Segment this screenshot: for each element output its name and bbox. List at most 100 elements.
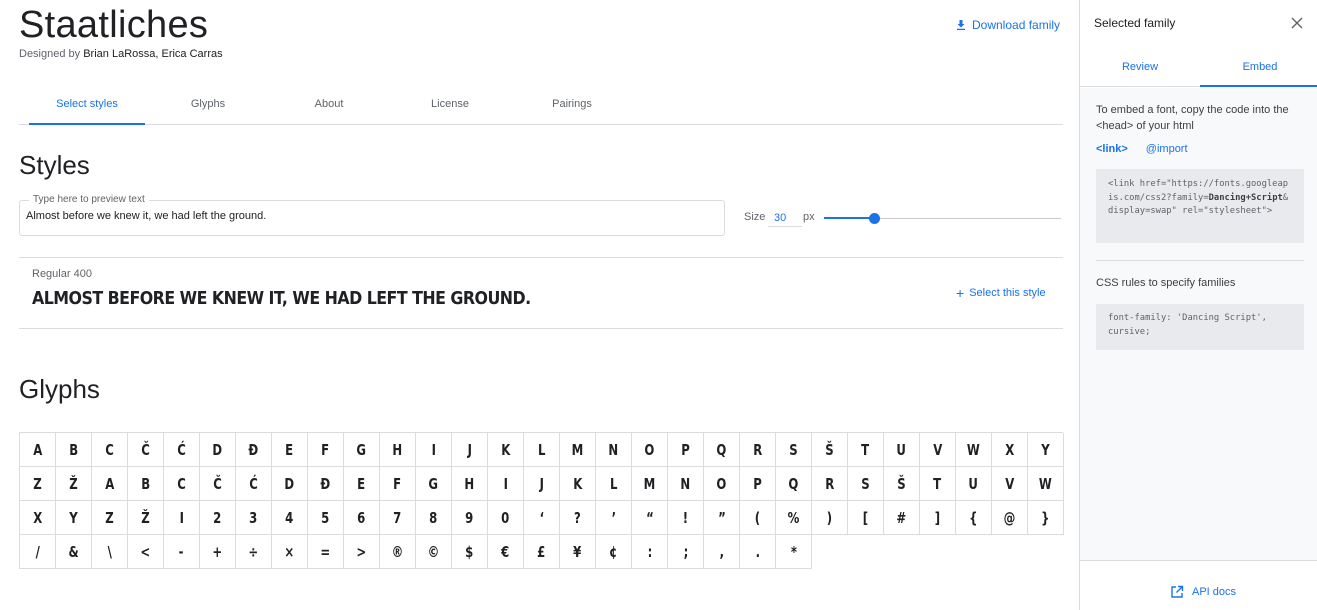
glyph-cell[interactable]: Č bbox=[200, 467, 236, 501]
glyph-cell[interactable]: # bbox=[884, 501, 920, 535]
tab-glyphs[interactable]: Glyphs bbox=[150, 90, 266, 124]
glyph-cell[interactable]: Đ bbox=[308, 467, 344, 501]
glyph-cell[interactable]: T bbox=[848, 433, 884, 467]
size-slider-thumb[interactable] bbox=[868, 213, 880, 224]
glyph-cell[interactable]: 5 bbox=[308, 501, 344, 535]
glyph-cell[interactable]: C bbox=[164, 467, 200, 501]
glyph-cell[interactable]: E bbox=[272, 433, 308, 467]
glyph-cell[interactable]: × bbox=[272, 535, 308, 569]
glyph-cell[interactable]: Y bbox=[1028, 433, 1064, 467]
glyph-cell[interactable]: ? bbox=[560, 501, 596, 535]
glyph-cell[interactable]: } bbox=[1028, 501, 1064, 535]
glyph-cell[interactable]: * bbox=[776, 535, 812, 569]
api-docs-link[interactable]: API docs bbox=[1170, 585, 1236, 599]
glyph-cell[interactable]: W bbox=[1028, 467, 1064, 501]
import-method-option[interactable]: @import bbox=[1146, 143, 1188, 155]
glyph-cell[interactable]: € bbox=[488, 535, 524, 569]
glyph-cell[interactable]: U bbox=[956, 467, 992, 501]
glyph-cell[interactable]: ] bbox=[920, 501, 956, 535]
glyph-cell[interactable]: X bbox=[20, 501, 56, 535]
glyph-cell[interactable]: B bbox=[128, 467, 164, 501]
glyph-cell[interactable]: Ž bbox=[128, 501, 164, 535]
glyph-cell[interactable]: W bbox=[956, 433, 992, 467]
tab-review[interactable]: Review bbox=[1080, 52, 1200, 86]
glyph-cell[interactable]: V bbox=[920, 433, 956, 467]
glyph-cell[interactable]: I bbox=[164, 501, 200, 535]
glyph-cell[interactable]: , bbox=[704, 535, 740, 569]
glyph-cell[interactable]: { bbox=[956, 501, 992, 535]
glyph-cell[interactable]: ” bbox=[704, 501, 740, 535]
glyph-cell[interactable]: ( bbox=[740, 501, 776, 535]
download-family-button[interactable]: Download family bbox=[956, 18, 1060, 32]
glyph-cell[interactable]: M bbox=[632, 467, 668, 501]
glyph-cell[interactable]: % bbox=[776, 501, 812, 535]
glyph-cell[interactable]: Q bbox=[776, 467, 812, 501]
glyph-cell[interactable]: \ bbox=[92, 535, 128, 569]
tab-select-styles[interactable]: Select styles bbox=[29, 90, 145, 125]
close-panel-button[interactable] bbox=[1289, 15, 1305, 31]
glyph-cell[interactable]: I bbox=[416, 433, 452, 467]
glyph-cell[interactable]: K bbox=[560, 467, 596, 501]
glyph-cell[interactable]: Z bbox=[92, 501, 128, 535]
glyph-cell[interactable]: H bbox=[452, 467, 488, 501]
glyph-cell[interactable]: - bbox=[164, 535, 200, 569]
glyph-cell[interactable]: D bbox=[200, 433, 236, 467]
preview-text-input[interactable] bbox=[26, 210, 706, 222]
glyph-cell[interactable]: T bbox=[920, 467, 956, 501]
glyph-cell[interactable]: Ž bbox=[56, 467, 92, 501]
glyph-cell[interactable]: @ bbox=[992, 501, 1028, 535]
glyph-cell[interactable]: Č bbox=[128, 433, 164, 467]
glyph-cell[interactable]: 9 bbox=[452, 501, 488, 535]
designer-names[interactable]: Brian LaRossa, Erica Carras bbox=[83, 48, 222, 60]
glyph-cell[interactable]: : bbox=[632, 535, 668, 569]
glyph-cell[interactable]: L bbox=[524, 433, 560, 467]
tab-license[interactable]: License bbox=[392, 90, 508, 124]
glyph-cell[interactable]: < bbox=[128, 535, 164, 569]
glyph-cell[interactable]: ‘ bbox=[524, 501, 560, 535]
glyph-cell[interactable]: [ bbox=[848, 501, 884, 535]
glyph-cell[interactable]: > bbox=[344, 535, 380, 569]
glyph-cell[interactable]: Š bbox=[884, 467, 920, 501]
glyph-cell[interactable]: Ć bbox=[236, 467, 272, 501]
embed-link-code[interactable]: <link href="https://fonts.googleapis.com… bbox=[1096, 169, 1304, 243]
glyph-cell[interactable]: S bbox=[776, 433, 812, 467]
glyph-cell[interactable]: ’ bbox=[596, 501, 632, 535]
glyph-cell[interactable]: S bbox=[848, 467, 884, 501]
glyph-cell[interactable]: A bbox=[20, 433, 56, 467]
glyph-cell[interactable]: © bbox=[416, 535, 452, 569]
glyph-cell[interactable]: Š bbox=[812, 433, 848, 467]
glyph-cell[interactable]: Ć bbox=[164, 433, 200, 467]
glyph-cell[interactable]: £ bbox=[524, 535, 560, 569]
tab-embed[interactable]: Embed bbox=[1200, 52, 1317, 87]
glyph-cell[interactable]: ¥ bbox=[560, 535, 596, 569]
glyph-cell[interactable]: ! bbox=[668, 501, 704, 535]
glyph-cell[interactable]: X bbox=[992, 433, 1028, 467]
glyph-cell[interactable]: 4 bbox=[272, 501, 308, 535]
glyph-cell[interactable]: J bbox=[524, 467, 560, 501]
glyph-cell[interactable]: L bbox=[596, 467, 632, 501]
glyph-cell[interactable]: G bbox=[416, 467, 452, 501]
glyph-cell[interactable]: 2 bbox=[200, 501, 236, 535]
glyph-cell[interactable]: = bbox=[308, 535, 344, 569]
tab-pairings[interactable]: Pairings bbox=[514, 90, 630, 124]
glyph-cell[interactable]: & bbox=[56, 535, 92, 569]
glyph-cell[interactable]: C bbox=[92, 433, 128, 467]
glyph-cell[interactable]: F bbox=[308, 433, 344, 467]
glyph-cell[interactable]: R bbox=[812, 467, 848, 501]
glyph-cell[interactable]: Đ bbox=[236, 433, 272, 467]
glyph-cell[interactable]: G bbox=[344, 433, 380, 467]
link-method-option[interactable]: <link> bbox=[1096, 143, 1128, 155]
glyph-cell[interactable]: O bbox=[632, 433, 668, 467]
glyph-cell[interactable]: P bbox=[740, 467, 776, 501]
glyph-cell[interactable]: P bbox=[668, 433, 704, 467]
glyph-cell[interactable]: 3 bbox=[236, 501, 272, 535]
glyph-cell[interactable]: O bbox=[704, 467, 740, 501]
glyph-cell[interactable]: U bbox=[884, 433, 920, 467]
size-slider[interactable] bbox=[824, 212, 1061, 226]
glyph-cell[interactable]: H bbox=[380, 433, 416, 467]
size-input[interactable] bbox=[768, 209, 802, 227]
glyph-cell[interactable]: ® bbox=[380, 535, 416, 569]
tab-about[interactable]: About bbox=[271, 90, 387, 124]
glyph-cell[interactable]: ) bbox=[812, 501, 848, 535]
glyph-cell[interactable]: I bbox=[488, 467, 524, 501]
